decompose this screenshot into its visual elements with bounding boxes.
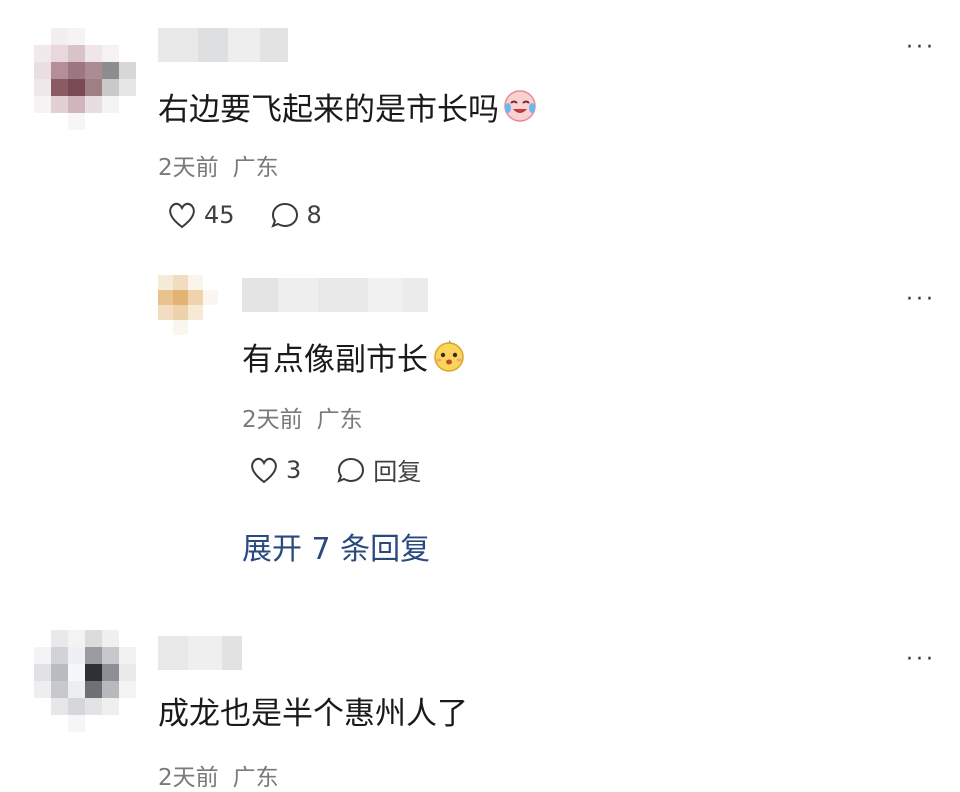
comment-3: ··· 成龙也是半个惠州人了 2天前 广东 <box>0 0 960 791</box>
more-options-button[interactable]: ··· <box>906 649 936 671</box>
username-redacted[interactable] <box>158 636 242 670</box>
avatar[interactable] <box>34 630 136 732</box>
comment-text: 成龙也是半个惠州人了 <box>158 694 468 734</box>
comment-body: 成龙也是半个惠州人了 <box>158 696 468 732</box>
comment-meta: 2天前 广东 <box>158 758 279 792</box>
location: 广东 <box>232 765 279 791</box>
timestamp: 2天前 <box>158 765 219 791</box>
